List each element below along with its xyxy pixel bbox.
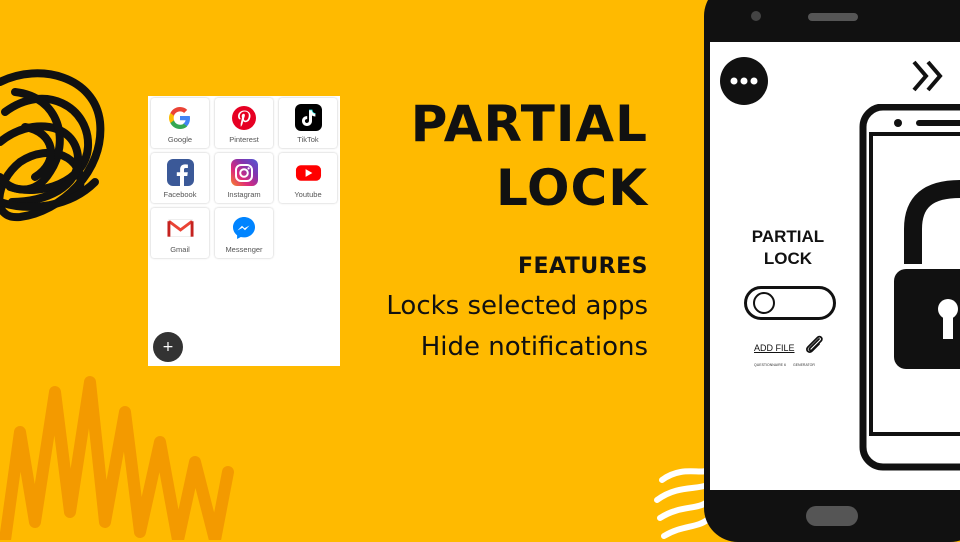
feature-item: Locks selected apps bbox=[386, 291, 648, 321]
lock-toggle-switch[interactable] bbox=[744, 286, 836, 320]
app-tile-youtube[interactable]: Youtube bbox=[279, 153, 337, 203]
tiktok-icon bbox=[294, 104, 322, 131]
speaker-slot bbox=[808, 13, 858, 21]
orange-squiggle-decoration bbox=[0, 376, 234, 540]
add-file-link[interactable]: ADD FILE bbox=[754, 343, 795, 353]
app-tile-messenger[interactable]: Messenger bbox=[215, 208, 273, 258]
title-line-2: LOCK bbox=[495, 159, 648, 217]
lock-title-line-1: PARTIAL bbox=[751, 227, 825, 246]
app-tile-facebook[interactable]: Facebook bbox=[151, 153, 209, 203]
pinterest-icon bbox=[231, 104, 258, 131]
camera-dot bbox=[751, 11, 761, 21]
app-label: Facebook bbox=[163, 190, 197, 199]
app-label: TikTok bbox=[297, 135, 319, 144]
gmail-icon bbox=[166, 214, 194, 241]
app-label: Youtube bbox=[294, 190, 322, 199]
app-label: Pinterest bbox=[229, 135, 259, 144]
paperclip-icon[interactable] bbox=[802, 333, 826, 357]
double-chevron-right-icon[interactable] bbox=[910, 58, 948, 94]
more-dots-icon[interactable] bbox=[720, 57, 768, 105]
app-tile-instagram[interactable]: Instagram bbox=[215, 153, 273, 203]
facebook-icon bbox=[166, 159, 194, 186]
phone-padlock-illustration bbox=[859, 104, 960, 471]
youtube-icon bbox=[295, 159, 322, 186]
app-label: Instagram bbox=[227, 190, 261, 199]
lock-title: PARTIAL LOCK bbox=[740, 226, 836, 270]
app-tile-tiktok[interactable]: TikTok bbox=[279, 98, 337, 148]
messenger-icon bbox=[231, 214, 258, 241]
lock-title-line-2: LOCK bbox=[763, 249, 813, 268]
app-tile-google[interactable]: Google bbox=[151, 98, 209, 148]
title-line-1: PARTIAL bbox=[410, 95, 648, 153]
feature-item: Hide notifications bbox=[420, 332, 648, 362]
white-scribble-decoration bbox=[654, 467, 710, 539]
footnote-text: QUESTIONNAIRE 6 bbox=[754, 363, 786, 367]
app-tile-gmail[interactable]: Gmail bbox=[151, 208, 209, 258]
toggle-knob bbox=[753, 292, 775, 314]
app-label: Gmail bbox=[170, 245, 190, 254]
app-label: Google bbox=[167, 135, 193, 144]
home-button[interactable] bbox=[806, 506, 858, 526]
app-label: Messenger bbox=[225, 245, 263, 254]
app-tile-pinterest[interactable]: Pinterest bbox=[215, 98, 273, 148]
app-selection-panel: Google Pinterest TikTok Facebook Instagr… bbox=[148, 96, 340, 366]
google-g-icon bbox=[167, 104, 194, 131]
add-app-button[interactable]: + bbox=[153, 332, 183, 362]
features-heading: FEATURES bbox=[517, 254, 648, 279]
footnote-text: GENERATOR bbox=[793, 363, 815, 367]
black-scribble-decoration bbox=[0, 69, 105, 222]
instagram-icon bbox=[230, 159, 258, 186]
page-title: PARTIAL LOCK bbox=[411, 92, 648, 220]
